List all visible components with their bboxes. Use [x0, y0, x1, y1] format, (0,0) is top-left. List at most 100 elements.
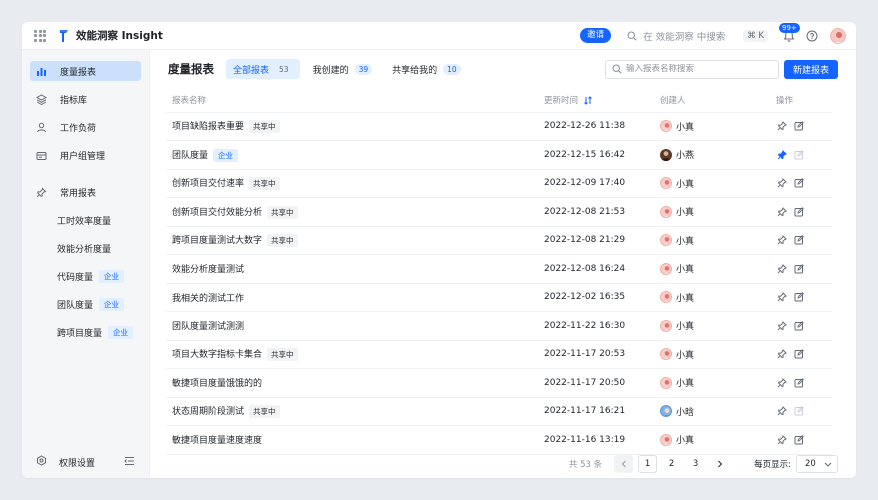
- pin-icon[interactable]: [776, 149, 788, 161]
- tab-all-reports[interactable]: 全部报表 53: [226, 59, 300, 79]
- settings-link[interactable]: 权限设置: [59, 456, 95, 469]
- table-row[interactable]: 跨项目度量测试大数字 共享中 2022-12-08 21:29 小真: [166, 226, 832, 255]
- report-name[interactable]: 创新项目交付效能分析: [172, 208, 262, 218]
- report-name[interactable]: 团队度量: [172, 151, 208, 161]
- table-row[interactable]: 项目大数字指标卡集合 共享中 2022-11-17 20:53 小真: [166, 340, 832, 369]
- favorite-label: 跨项目度量: [57, 328, 103, 339]
- report-name[interactable]: 项目缺陷报表重要: [172, 122, 244, 132]
- report-name[interactable]: 状态周期阶段测试: [172, 407, 244, 417]
- edit-icon[interactable]: [793, 206, 805, 218]
- edit-icon[interactable]: [793, 320, 805, 332]
- page-size-value: 20: [805, 459, 816, 469]
- cell-ops: [770, 397, 832, 426]
- sidebar-item-workload[interactable]: 工作负荷: [30, 117, 141, 137]
- pin-icon[interactable]: [776, 234, 788, 246]
- sidebar-item-reports[interactable]: 度量报表: [30, 61, 141, 81]
- cell-name: 我相关的测试工作: [166, 283, 538, 312]
- cell-time: 2022-12-08 16:24: [538, 254, 654, 284]
- pin-icon[interactable]: [776, 320, 788, 332]
- report-name[interactable]: 敏捷项目度量饿饿的的: [172, 379, 262, 389]
- edit-icon[interactable]: [793, 405, 805, 417]
- edit-icon[interactable]: [793, 263, 805, 275]
- creator-avatar: [660, 148, 672, 161]
- table-row[interactable]: 创新项目交付速率 共享中 2022-12-09 17:40 小真: [166, 169, 832, 198]
- edit-icon[interactable]: [793, 177, 805, 189]
- shared-tag: 共享中: [249, 405, 280, 419]
- pin-icon[interactable]: [776, 405, 788, 417]
- column-header-time[interactable]: 更新时间: [538, 88, 654, 113]
- page-button[interactable]: 1: [638, 455, 658, 473]
- invite-button[interactable]: 邀请: [580, 28, 612, 43]
- pin-icon[interactable]: [776, 263, 788, 275]
- sidebar-favorites-header[interactable]: 常用报表: [30, 182, 141, 202]
- sidebar-favorite-item[interactable]: 团队度量 企业: [30, 294, 141, 314]
- table-row[interactable]: 效能分析度量测试 2022-12-08 16:24 小真: [166, 254, 832, 284]
- edit-icon[interactable]: [793, 348, 805, 360]
- sidebar-favorite-item[interactable]: 工时效率度量: [30, 210, 141, 230]
- pin-icon[interactable]: [776, 291, 788, 303]
- pin-icon[interactable]: [776, 206, 788, 218]
- tab-shared-with-me[interactable]: 共享给我的 10: [385, 59, 468, 79]
- table-row[interactable]: 我相关的测试工作 2022-12-02 16:35 小真: [166, 283, 832, 312]
- page-size-select[interactable]: 20: [796, 455, 838, 473]
- report-name[interactable]: 效能分析度量测试: [172, 265, 244, 275]
- report-name[interactable]: 跨项目度量测试大数字: [172, 236, 262, 246]
- edit-icon[interactable]: [793, 234, 805, 246]
- help-icon[interactable]: [806, 30, 818, 42]
- pin-icon[interactable]: [776, 177, 788, 189]
- edit-icon[interactable]: [793, 377, 805, 389]
- sidebar-favorite-item[interactable]: 跨项目度量 企业: [30, 322, 141, 342]
- table-row[interactable]: 敏捷项目度量速度速度 2022-11-16 13:19 小真: [166, 425, 832, 455]
- report-search[interactable]: [604, 59, 779, 79]
- sidebar-item-metrics[interactable]: 指标库: [30, 89, 141, 109]
- edit-icon[interactable]: [793, 149, 805, 161]
- creator-name: 小真: [676, 122, 695, 133]
- next-page-button[interactable]: [710, 455, 729, 473]
- table-row[interactable]: 创新项目交付效能分析 共享中 2022-12-08 21:53 小真: [166, 197, 832, 227]
- user-avatar[interactable]: [830, 27, 846, 44]
- report-name[interactable]: 我相关的测试工作: [172, 294, 244, 304]
- prev-page-button[interactable]: [614, 455, 634, 473]
- report-name[interactable]: 创新项目交付速率: [172, 179, 244, 189]
- table-row[interactable]: 项目缺陷报表重要 共享中 2022-12-26 11:38 小真: [166, 112, 832, 141]
- edit-icon[interactable]: [793, 120, 805, 132]
- creator-name: 小真: [676, 350, 695, 361]
- pin-icon[interactable]: [776, 377, 788, 389]
- sidebar-favorite-item[interactable]: 代码度量 企业: [30, 266, 141, 286]
- cell-name: 创新项目交付效能分析 共享中: [166, 197, 538, 227]
- edit-icon[interactable]: [793, 291, 805, 303]
- pin-icon[interactable]: [776, 120, 788, 132]
- cell-time: 2022-12-08 21:29: [538, 226, 654, 255]
- creator-name: 小晗: [676, 407, 695, 418]
- report-search-input[interactable]: [625, 64, 766, 74]
- report-name[interactable]: 团队度量测试测测: [172, 322, 244, 332]
- column-header-name: 报表名称: [166, 88, 538, 113]
- updated-time: 2022-12-15 16:42: [544, 149, 626, 160]
- sidebar-item-user-groups[interactable]: 用户组管理: [30, 145, 141, 165]
- chevron-down-icon: [824, 462, 832, 467]
- table-row[interactable]: 团队度量测试测测 2022-11-22 16:30 小真: [166, 311, 832, 341]
- edit-icon[interactable]: [793, 434, 805, 446]
- sidebar-favorite-item[interactable]: 效能分析度量: [30, 238, 141, 258]
- pin-icon[interactable]: [776, 348, 788, 360]
- sort-icon[interactable]: [584, 96, 592, 105]
- cell-name: 状态周期阶段测试 共享中: [166, 397, 538, 426]
- table-row[interactable]: 团队度量 企业 2022-12-15 16:42 小燕: [166, 140, 832, 170]
- app-grid-icon[interactable]: [34, 29, 46, 42]
- tab-created-by-me[interactable]: 我创建的 39: [306, 59, 380, 79]
- updated-time: 2022-12-02 16:35: [544, 292, 626, 303]
- collapse-sidebar-icon[interactable]: [124, 456, 135, 469]
- new-report-button[interactable]: 新建报表: [783, 59, 838, 79]
- favorite-label: 工时效率度量: [57, 216, 112, 227]
- global-search[interactable]: 在 效能洞察 中搜索 ⌘ K: [627, 29, 768, 43]
- report-name[interactable]: 项目大数字指标卡集合: [172, 350, 262, 360]
- creator-avatar: [660, 405, 672, 418]
- report-name[interactable]: 敏捷项目度量速度速度: [172, 436, 262, 446]
- table-row[interactable]: 敏捷项目度量饿饿的的 2022-11-17 20:50 小真: [166, 368, 832, 398]
- pin-icon[interactable]: [776, 434, 788, 446]
- tab-label: 全部报表: [233, 65, 270, 76]
- notification-button[interactable]: 99+: [779, 22, 800, 43]
- table-row[interactable]: 状态周期阶段测试 共享中 2022-11-17 16:21 小晗: [166, 397, 832, 426]
- page-button[interactable]: 3: [686, 455, 705, 473]
- page-button[interactable]: 2: [662, 455, 681, 473]
